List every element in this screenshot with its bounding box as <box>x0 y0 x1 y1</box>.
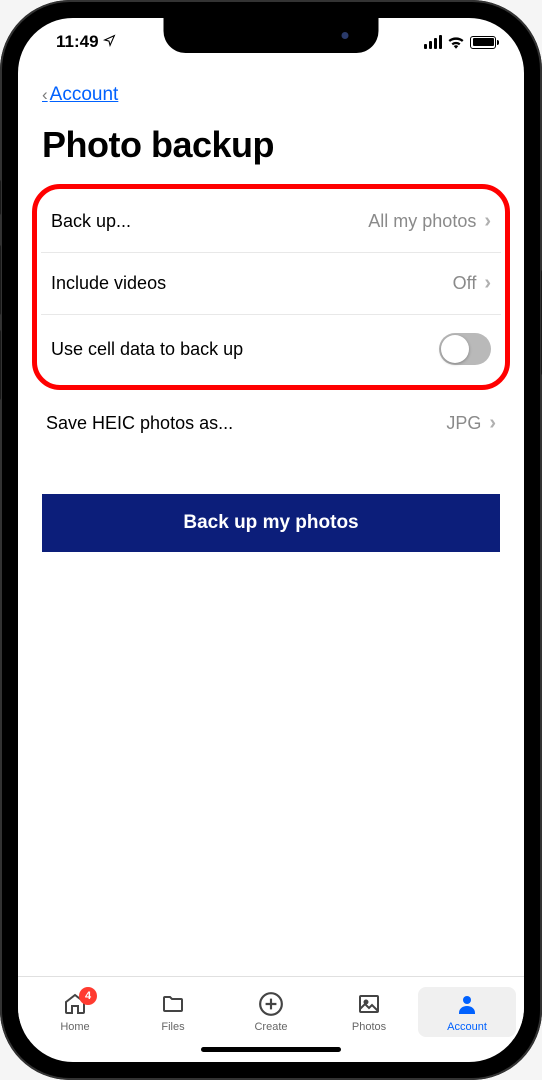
status-time: 11:49 <box>56 32 99 52</box>
content-area: ‹ Account Photo backup Back up... All my… <box>18 66 524 976</box>
tab-home[interactable]: 4 Home <box>26 987 124 1037</box>
heic-format-row[interactable]: Save HEIC photos as... JPG › <box>30 392 512 454</box>
chevron-right-icon: › <box>484 272 491 295</box>
setting-label: Use cell data to back up <box>51 339 243 360</box>
tab-create[interactable]: Create <box>222 987 320 1037</box>
person-icon <box>453 991 481 1017</box>
chevron-right-icon: › <box>489 412 496 435</box>
setting-label: Save HEIC photos as... <box>46 413 233 434</box>
tab-bar: 4 Home Files Create Photos <box>18 976 524 1039</box>
side-button <box>0 245 1 315</box>
page-title: Photo backup <box>18 114 524 184</box>
cellular-signal-icon <box>424 35 442 49</box>
camera-dot <box>342 32 349 39</box>
tab-label: Photos <box>352 1021 386 1033</box>
tab-files[interactable]: Files <box>124 987 222 1037</box>
backup-now-button[interactable]: Back up my photos <box>42 494 500 552</box>
location-icon <box>103 32 116 52</box>
plus-circle-icon <box>257 991 285 1017</box>
tab-label: Files <box>161 1021 184 1033</box>
button-label: Back up my photos <box>183 512 358 533</box>
toggle-knob <box>441 335 469 363</box>
back-navigation: ‹ Account <box>18 66 524 114</box>
chevron-left-icon: ‹ <box>42 85 48 105</box>
setting-value: Off <box>453 273 477 294</box>
highlight-annotation: Back up... All my photos › Include video… <box>32 184 510 390</box>
cell-data-row: Use cell data to back up <box>41 315 501 383</box>
backup-scope-row[interactable]: Back up... All my photos › <box>41 191 501 253</box>
folder-icon <box>159 991 187 1017</box>
battery-icon <box>470 36 496 49</box>
image-icon <box>355 991 383 1017</box>
include-videos-row[interactable]: Include videos Off › <box>41 253 501 315</box>
side-button <box>0 330 1 400</box>
status-left: 11:49 <box>56 32 116 52</box>
back-label: Account <box>50 84 119 106</box>
tab-label: Create <box>254 1021 287 1033</box>
tab-label: Home <box>60 1021 89 1033</box>
phone-frame: 11:49 ‹ Account <box>0 0 542 1080</box>
setting-value-wrap: All my photos › <box>368 210 491 233</box>
notification-badge: 4 <box>79 987 97 1005</box>
chevron-right-icon: › <box>484 210 491 233</box>
tab-account[interactable]: Account <box>418 987 516 1037</box>
screen: 11:49 ‹ Account <box>18 18 524 1062</box>
home-indicator[interactable] <box>201 1047 341 1052</box>
settings-list: Back up... All my photos › Include video… <box>18 184 524 454</box>
tab-label: Account <box>447 1021 487 1033</box>
setting-label: Include videos <box>51 273 166 294</box>
back-link[interactable]: ‹ Account <box>42 84 118 106</box>
setting-value-wrap: JPG › <box>446 412 496 435</box>
setting-value: JPG <box>446 413 481 434</box>
cell-data-toggle[interactable] <box>439 333 491 365</box>
home-icon: 4 <box>61 991 89 1017</box>
tab-photos[interactable]: Photos <box>320 987 418 1037</box>
setting-value: All my photos <box>368 211 476 232</box>
status-right <box>424 35 496 49</box>
setting-value-wrap: Off › <box>453 272 491 295</box>
setting-label: Back up... <box>51 211 131 232</box>
notch <box>164 18 379 53</box>
side-button <box>0 180 1 215</box>
wifi-icon <box>447 35 465 49</box>
